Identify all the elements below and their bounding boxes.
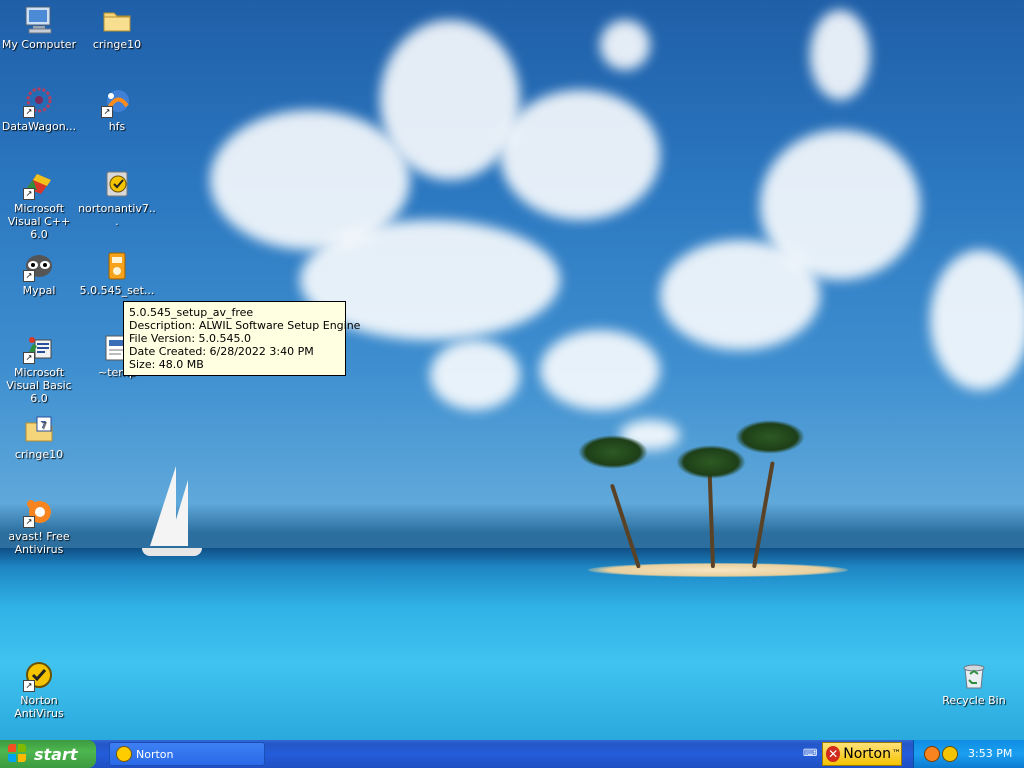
desktop-icon-datawagon[interactable]: ↗ DataWagon... xyxy=(0,86,79,133)
keyboard-icon[interactable]: ⌨ xyxy=(803,748,817,760)
norton-button-label: Norton xyxy=(843,746,891,762)
icon-label: Mypal xyxy=(22,284,56,297)
tooltip-date-created: Date Created: 6/28/2022 3:40 PM xyxy=(129,345,314,358)
start-button[interactable]: start xyxy=(0,740,96,768)
error-x-icon: ✕ xyxy=(826,746,841,762)
setup-file-icon xyxy=(101,250,133,282)
svg-text:7: 7 xyxy=(40,420,46,431)
desktop-icon-recycle-bin[interactable]: Recycle Bin xyxy=(934,660,1014,707)
taskbar-task-norton[interactable]: Norton xyxy=(109,742,265,766)
shortcut-arrow-icon: ↗ xyxy=(23,270,35,282)
shortcut-arrow-icon: ↗ xyxy=(23,188,35,200)
norton-toolbar-button[interactable]: ✕ Norton ™ xyxy=(822,742,902,766)
sea xyxy=(0,548,1024,740)
avast-icon: ↗ xyxy=(23,496,55,528)
tooltip-filename: 5.0.545_setup_av_free xyxy=(129,306,254,319)
norton-tray-icon[interactable] xyxy=(942,746,958,762)
norton-icon xyxy=(116,746,132,762)
icon-label: cringe10 xyxy=(92,38,142,51)
zip-folder-icon: 7 xyxy=(23,414,55,446)
palm-leaves xyxy=(676,445,746,479)
computer-icon xyxy=(23,4,55,36)
norton-installer-icon xyxy=(101,168,133,200)
cloud xyxy=(760,130,920,280)
avast-tray-icon[interactable] xyxy=(924,746,940,762)
shortcut-arrow-icon: ↗ xyxy=(101,106,113,118)
norton-antivirus-icon: ↗ xyxy=(23,660,55,692)
desktop-icon-visual-cpp[interactable]: ↗ Microsoft Visual C++ 6.0 xyxy=(0,168,79,241)
cloud xyxy=(500,90,660,220)
cloud xyxy=(380,20,520,180)
desktop-icon-avast[interactable]: ↗ avast! Free Antivirus xyxy=(0,496,79,556)
windows-logo-icon xyxy=(8,744,28,764)
icon-label: nortonantiv7... xyxy=(78,202,156,228)
cloud xyxy=(930,250,1024,390)
cloud xyxy=(600,20,650,70)
desktop-icon-visual-basic[interactable]: ↗ Microsoft Visual Basic 6.0 xyxy=(0,332,79,405)
desktop-icon-mypal[interactable]: ↗ Mypal xyxy=(0,250,79,297)
mypal-icon: ↗ xyxy=(23,250,55,282)
cloud xyxy=(430,340,520,410)
tooltip-file-version: File Version: 5.0.545.0 xyxy=(129,332,252,345)
taskbar: start Norton ⌨ ✕ Norton ™ 3:53 PM xyxy=(0,740,1024,768)
file-info-tooltip: 5.0.545_setup_av_free Description: ALWIL… xyxy=(123,301,361,376)
cloud xyxy=(810,10,870,100)
icon-label: Recycle Bin xyxy=(942,694,1006,707)
trademark-icon: ™ xyxy=(892,749,901,759)
icon-label: Microsoft Visual C++ 6.0 xyxy=(7,202,71,241)
sailboat-sail xyxy=(168,480,188,546)
icon-label: Norton AntiVirus xyxy=(14,694,64,720)
start-label: start xyxy=(34,744,78,764)
icon-label: cringe10 xyxy=(14,448,64,461)
visual-basic-icon: ↗ xyxy=(23,332,55,364)
task-label: Norton xyxy=(136,747,174,761)
datawagon-icon: ↗ xyxy=(23,86,55,118)
palm-leaves xyxy=(735,420,805,454)
palm-leaves xyxy=(578,435,648,469)
desktop-icon-hfs[interactable]: ↗ hfs xyxy=(77,86,157,133)
desktop-icon-norton-antivirus[interactable]: ↗ Norton AntiVirus xyxy=(0,660,79,720)
desktop-icon-cringe10-folder[interactable]: cringe10 xyxy=(77,4,157,51)
recycle-bin-icon xyxy=(958,660,990,692)
tooltip-description: Description: ALWIL Software Setup Engine xyxy=(129,319,361,332)
desktop-icon-cringe10-zip[interactable]: 7 cringe10 xyxy=(0,414,79,461)
tooltip-size: Size: 48.0 MB xyxy=(129,358,204,371)
icon-label: hfs xyxy=(108,120,126,133)
desktop-icon-setup-file[interactable]: 5.0.545_set... xyxy=(77,250,157,297)
island xyxy=(588,563,848,577)
shortcut-arrow-icon: ↗ xyxy=(23,106,35,118)
icon-label: avast! Free Antivirus xyxy=(8,530,70,556)
icon-label: My Computer xyxy=(1,38,77,51)
system-tray: 3:53 PM xyxy=(913,740,1024,768)
icon-label: DataWagon... xyxy=(1,120,77,133)
desktop-icon-my-computer[interactable]: My Computer xyxy=(0,4,79,51)
shortcut-arrow-icon: ↗ xyxy=(23,516,35,528)
desktop-icon-norton-installer[interactable]: nortonantiv7... xyxy=(77,168,157,228)
cloud xyxy=(540,330,660,410)
icon-label: Microsoft Visual Basic 6.0 xyxy=(6,366,72,405)
clock[interactable]: 3:53 PM xyxy=(968,747,1012,760)
shortcut-arrow-icon: ↗ xyxy=(23,352,35,364)
icon-label: 5.0.545_set... xyxy=(79,284,155,297)
folder-icon xyxy=(101,4,133,36)
sailboat-hull xyxy=(142,548,202,556)
shortcut-arrow-icon: ↗ xyxy=(23,680,35,692)
visual-cpp-icon: ↗ xyxy=(23,168,55,200)
hfs-icon: ↗ xyxy=(101,86,133,118)
